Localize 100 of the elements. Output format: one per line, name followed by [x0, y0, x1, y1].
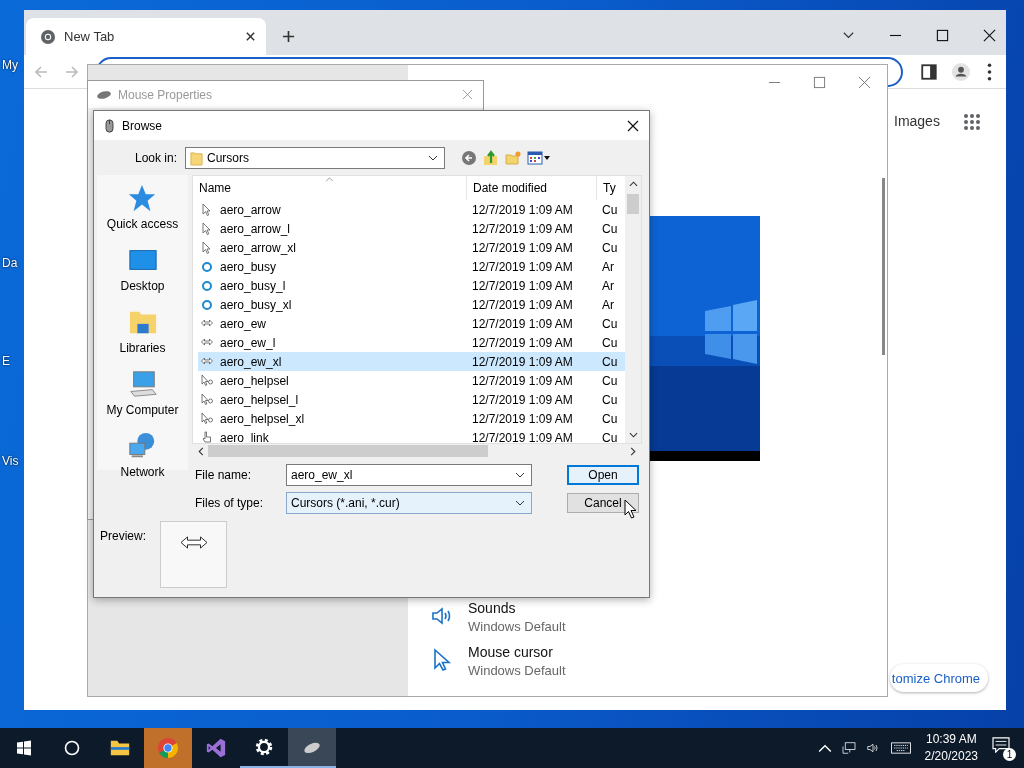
close-icon[interactable] [627, 119, 639, 132]
close-icon[interactable] [983, 29, 996, 42]
sort-caret-icon [325, 177, 334, 182]
scroll-down-icon[interactable] [628, 432, 638, 438]
file-row[interactable]: aero_busy 12/7/2019 1:09 AM Ar [198, 257, 625, 276]
taskbar-app[interactable] [288, 728, 336, 768]
setting-title[interactable]: Sounds [468, 600, 566, 616]
scrollbar[interactable] [882, 178, 885, 355]
column-header[interactable]: Name [193, 176, 466, 200]
file-row[interactable]: aero_helpsel_xl 12/7/2019 1:09 AM Cu [198, 409, 625, 428]
file-row[interactable]: aero_ew_xl 12/7/2019 1:09 AM Cu [198, 352, 625, 371]
date-cell-text: 12/7/2019 1:09 AM [471, 202, 574, 217]
mouse-icon [105, 118, 114, 133]
new-tab-icon[interactable] [282, 30, 295, 43]
keyboard-icon[interactable] [889, 742, 912, 754]
file-name-label: File name: [194, 468, 253, 482]
help-cursor-icon [201, 411, 213, 426]
arrow-cursor-icon [201, 240, 213, 255]
view-menu-icon[interactable] [527, 150, 551, 166]
taskbar-time[interactable]: 10:39 AM [925, 731, 977, 748]
file-row[interactable]: aero_arrow_xl 12/7/2019 1:09 AM Cu [198, 238, 625, 257]
place-item[interactable]: Network [120, 431, 165, 479]
scroll-right-icon[interactable] [630, 446, 636, 456]
images-link[interactable]: Images [894, 113, 940, 129]
computer-icon [127, 369, 158, 399]
desktop-icon-label[interactable]: My [2, 58, 18, 72]
taskbar-date[interactable]: 2/20/2023 [924, 748, 978, 765]
date-cell-text: 12/7/2019 1:09 AM [471, 411, 574, 426]
file-row[interactable]: aero_helpsel 12/7/2019 1:09 AM Cu [198, 371, 625, 390]
date-cell-text: 12/7/2019 1:09 AM [471, 430, 574, 443]
date-cell-text: 12/7/2019 1:09 AM [471, 335, 574, 350]
file-row[interactable]: aero_busy_xl 12/7/2019 1:09 AM Ar [198, 295, 625, 314]
scroll-thumb[interactable] [208, 445, 488, 457]
type-cell-text: Cu [601, 354, 619, 369]
chevron-up-icon[interactable] [817, 742, 832, 754]
type-cell-text: Cu [601, 221, 619, 236]
network-icon[interactable] [841, 742, 856, 754]
search-icon[interactable] [64, 740, 80, 756]
scroll-thumb[interactable] [627, 194, 639, 214]
caret-icon [515, 500, 525, 506]
type-cell-text: Cu [601, 392, 619, 407]
maximize-icon[interactable] [936, 29, 949, 42]
file-row[interactable]: aero_link 12/7/2019 1:09 AM Cu [198, 428, 625, 443]
caret-icon [515, 472, 525, 478]
close-icon[interactable] [245, 31, 256, 42]
back-icon[interactable] [461, 150, 477, 166]
side-panel-icon[interactable] [920, 62, 938, 81]
start-icon[interactable] [16, 740, 32, 756]
help-cursor-icon [201, 392, 213, 407]
file-name-field[interactable]: aero_ew_xl [286, 464, 532, 486]
notification-count: 1 [1003, 748, 1016, 761]
column-header[interactable]: Date modified [466, 176, 596, 200]
place-item[interactable]: Desktop [120, 245, 165, 293]
profile-avatar-icon[interactable] [952, 62, 970, 81]
place-item[interactable]: My Computer [106, 369, 179, 417]
setting-value: Windows Default [468, 619, 566, 634]
scroll-left-icon[interactable] [198, 446, 204, 456]
date-cell-text: 12/7/2019 1:09 AM [471, 259, 574, 274]
window-title: Mouse Properties [118, 87, 213, 102]
folder-icon [190, 150, 203, 166]
type-cell-text: Cu [601, 335, 619, 350]
desktop-icon-label[interactable]: E [2, 354, 10, 368]
gear-icon [253, 736, 275, 758]
browser-tab[interactable]: New Tab [26, 18, 266, 55]
desktop-icon-label[interactable]: Vis [2, 454, 19, 468]
help-cursor-icon [201, 373, 213, 388]
infinity-logo-icon [205, 737, 227, 759]
file-name: aero_helpsel_xl [220, 411, 305, 426]
customize-chrome-button[interactable]: tomize Chrome [890, 664, 988, 692]
look-in-dropdown[interactable]: Cursors [185, 147, 445, 169]
star-icon [127, 183, 158, 213]
file-row[interactable]: aero_ew 12/7/2019 1:09 AM Cu [198, 314, 625, 333]
file-name: aero_busy [220, 259, 277, 274]
apps-grid-icon[interactable] [963, 113, 981, 131]
vertical-scrollbar[interactable] [625, 176, 641, 443]
file-row[interactable]: aero_helpsel_l 12/7/2019 1:09 AM Cu [198, 390, 625, 409]
file-type-dropdown[interactable]: Cursors (*.ani, *.cur) [286, 492, 532, 514]
place-item[interactable]: Libraries [119, 307, 166, 355]
desktop-icon-label[interactable]: Da [2, 256, 18, 270]
up-folder-icon[interactable] [483, 150, 499, 166]
setting-title[interactable]: Mouse cursor [468, 644, 566, 660]
ring-cursor-icon [201, 278, 213, 293]
file-name: aero_ew [220, 316, 267, 331]
file-row[interactable]: aero_arrow 12/7/2019 1:09 AM Cu [198, 200, 625, 219]
menu-icon[interactable] [987, 62, 992, 81]
file-name: aero_busy_l [220, 278, 286, 293]
type-cell-text: Cu [601, 430, 619, 443]
file-row[interactable]: aero_ew_l 12/7/2019 1:09 AM Cu [198, 333, 625, 352]
open-button[interactable]: Open [567, 465, 639, 485]
type-cell-text: Cu [601, 202, 619, 217]
type-cell-text: Ar [601, 297, 615, 312]
dialog-title: Browse [122, 118, 162, 133]
type-cell-text: Cu [601, 411, 619, 426]
scroll-up-icon[interactable] [628, 181, 638, 187]
file-row[interactable]: aero_busy_l 12/7/2019 1:09 AM Ar [198, 276, 625, 295]
volume-icon[interactable] [865, 742, 880, 754]
file-row[interactable]: aero_arrow_l 12/7/2019 1:09 AM Cu [198, 219, 625, 238]
cancel-button[interactable]: Cancel [567, 493, 639, 513]
type-cell-text: Ar [601, 259, 615, 274]
place-item[interactable]: Quick access [106, 183, 179, 231]
